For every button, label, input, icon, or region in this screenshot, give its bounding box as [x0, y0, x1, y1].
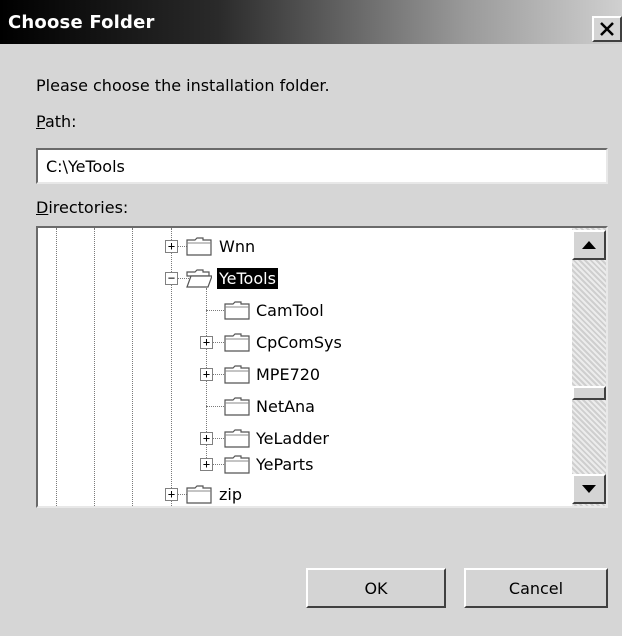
title-bar[interactable]: Choose Folder: [0, 0, 622, 44]
folder-icon: [224, 301, 250, 320]
path-input[interactable]: [36, 148, 608, 184]
tree-item-label: YeTools: [216, 267, 279, 290]
scroll-up-arrow-icon: [582, 241, 596, 249]
tree-item-label: YeLadder: [256, 429, 329, 448]
expander-plus-icon[interactable]: +: [200, 368, 213, 381]
tree-item-label: YeParts: [256, 455, 314, 474]
tree-item-label: zip: [219, 485, 242, 504]
tree-item-label: Wnn: [219, 237, 256, 256]
folder-open-icon: [186, 269, 212, 288]
folder-icon: [186, 237, 212, 256]
tree-item-label: CamTool: [256, 301, 324, 320]
expander-plus-icon[interactable]: +: [200, 432, 213, 445]
folder-icon: [224, 455, 250, 474]
instruction-text: Please choose the installation folder.: [36, 76, 330, 95]
dialog-title: Choose Folder: [8, 12, 155, 33]
scroll-down-arrow-icon: [582, 485, 596, 493]
scroll-up-button[interactable]: [572, 230, 606, 260]
folder-icon: [224, 365, 250, 384]
tree-item-label: MPE720: [256, 365, 321, 384]
expander-plus-icon[interactable]: +: [200, 336, 213, 349]
choose-folder-dialog: Choose Folder Please choose the installa…: [0, 0, 622, 636]
expander-plus-icon[interactable]: +: [200, 458, 213, 471]
expander-plus-icon[interactable]: +: [165, 488, 178, 501]
tree-item-label: NetAna: [256, 397, 315, 416]
directories-label: Directories:: [36, 198, 128, 217]
close-icon: [600, 22, 614, 36]
tree-guide-line: [171, 228, 172, 506]
vertical-scrollbar[interactable]: [572, 228, 606, 506]
folder-icon: [224, 397, 250, 416]
path-label-accel: P: [36, 112, 45, 131]
folder-icon: [224, 429, 250, 448]
ok-button[interactable]: OK: [306, 568, 446, 608]
directory-tree[interactable]: + Wnn − YeTools CamTool + CpComSys + MPE…: [36, 226, 608, 508]
close-button[interactable]: [592, 16, 622, 42]
tree-guide-line: [94, 228, 95, 506]
scroll-thumb[interactable]: [572, 386, 606, 400]
directories-label-rest: irectories:: [48, 198, 129, 217]
expander-plus-icon[interactable]: +: [165, 240, 178, 253]
directories-label-accel: D: [36, 198, 49, 217]
scroll-down-button[interactable]: [572, 474, 606, 504]
path-label: Path:: [36, 112, 77, 131]
folder-icon: [224, 333, 250, 352]
expander-minus-icon[interactable]: −: [165, 272, 178, 285]
tree-guide-line: [56, 228, 57, 506]
folder-icon: [186, 485, 212, 504]
path-label-rest: ath:: [44, 112, 77, 131]
cancel-button[interactable]: Cancel: [464, 568, 608, 608]
tree-item-label: CpComSys: [256, 333, 342, 352]
tree-guide-line: [132, 228, 133, 506]
